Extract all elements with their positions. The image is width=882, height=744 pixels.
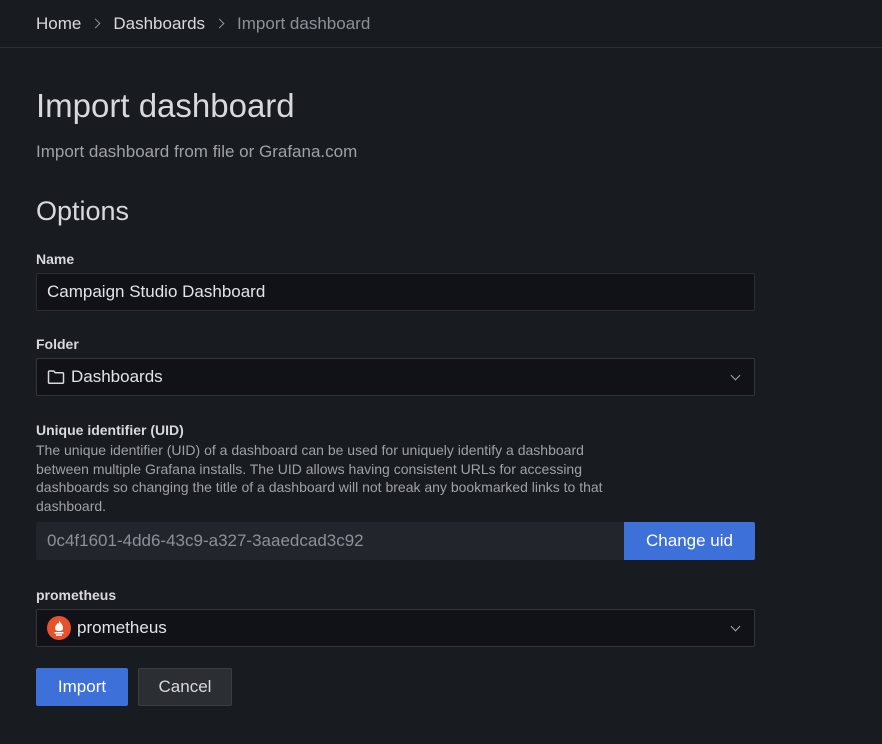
- chevron-right-icon: [214, 18, 225, 29]
- uid-input: 0c4f1601-4dd6-43c9-a327-3aaedcad3c92: [36, 522, 624, 560]
- breadcrumb-dashboards[interactable]: Dashboards: [113, 14, 205, 34]
- datasource-label: prometheus: [36, 587, 117, 603]
- import-button[interactable]: Import: [36, 668, 128, 706]
- change-uid-button[interactable]: Change uid: [624, 522, 755, 560]
- uid-description: The unique identifier (UID) of a dashboa…: [36, 442, 603, 514]
- prometheus-icon: [47, 616, 71, 640]
- uid-label: Unique identifier (UID): [36, 422, 184, 438]
- main-content: Import dashboard Import dashboard from f…: [0, 88, 882, 706]
- folder-icon: [47, 369, 65, 385]
- breadcrumb: Home Dashboards Import dashboard: [0, 0, 882, 48]
- name-input-value: Campaign Studio Dashboard: [47, 282, 266, 301]
- uid-input-value: 0c4f1601-4dd6-43c9-a327-3aaedcad3c92: [47, 531, 364, 550]
- options-title: Options: [36, 196, 130, 226]
- page-subtitle: Import dashboard from file or Grafana.co…: [36, 142, 358, 161]
- name-label: Name: [36, 251, 75, 267]
- chevron-down-icon: [730, 370, 741, 381]
- datasource-select-value: prometheus: [77, 618, 167, 637]
- folder-label: Folder: [36, 336, 79, 352]
- name-input[interactable]: Campaign Studio Dashboard: [36, 273, 755, 311]
- cancel-button[interactable]: Cancel: [138, 668, 232, 706]
- chevron-down-icon: [730, 621, 741, 632]
- form-actions: Import Cancel: [36, 668, 882, 706]
- folder-select[interactable]: Dashboards: [36, 358, 755, 396]
- folder-select-value: Dashboards: [71, 367, 163, 386]
- uid-row: 0c4f1601-4dd6-43c9-a327-3aaedcad3c92 Cha…: [36, 522, 755, 560]
- breadcrumb-home[interactable]: Home: [36, 14, 81, 34]
- breadcrumb-current: Import dashboard: [237, 13, 371, 33]
- page-title: Import dashboard: [36, 87, 295, 124]
- datasource-select[interactable]: prometheus: [36, 609, 755, 647]
- chevron-right-icon: [90, 18, 101, 29]
